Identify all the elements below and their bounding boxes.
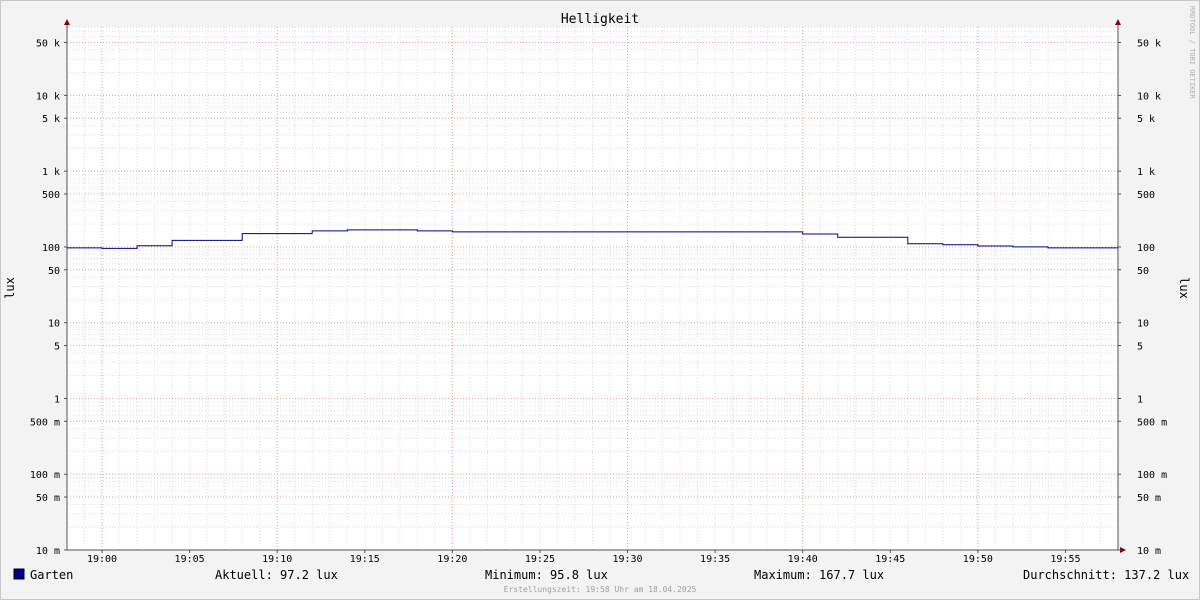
y-tick-label-right: 50 m xyxy=(1137,493,1161,504)
y-tick-label-right: 100 xyxy=(1137,243,1155,254)
y-tick-label-left: 100 m xyxy=(30,470,60,481)
y-tick-label-right: 500 xyxy=(1137,190,1155,201)
chart-title: Helligkeit xyxy=(561,12,639,27)
y-tick-label-left: 50 m xyxy=(36,493,60,504)
y-tick-label-right: 500 m xyxy=(1137,417,1167,428)
y-tick-label-left: 1 xyxy=(54,394,60,405)
x-tick-label: 19:20 xyxy=(437,554,467,565)
y-tick-label-left: 10 k xyxy=(36,91,60,102)
y-tick-label-left: 1 k xyxy=(42,167,60,178)
y-tick-label-left: 10 m xyxy=(36,546,60,557)
stat-average: Durchschnitt: 137.2 lux xyxy=(1023,568,1189,582)
y-tick-label-right: 50 k xyxy=(1137,38,1161,49)
y-axis-label-left: lux xyxy=(3,277,17,299)
legend-swatch xyxy=(13,568,25,580)
y-tick-label-left: 50 k xyxy=(36,38,60,49)
x-tick-label: 19:30 xyxy=(612,554,642,565)
legend-label: Garten xyxy=(30,568,73,582)
y-tick-label-left: 5 k xyxy=(42,114,60,125)
y-tick-label-right: 10 xyxy=(1137,319,1149,330)
stat-maximum: Maximum: 167.7 lux xyxy=(754,568,884,582)
x-tick-label: 19:45 xyxy=(875,554,905,565)
y-tick-label-right: 10 k xyxy=(1137,91,1161,102)
y-tick-label-left: 500 m xyxy=(30,417,60,428)
y-axis-label-right: lux xyxy=(1177,277,1191,299)
x-tick-label: 19:25 xyxy=(525,554,555,565)
y-tick-label-left: 5 xyxy=(54,342,60,353)
x-tick-label: 19:35 xyxy=(700,554,730,565)
y-tick-label-right: 1 k xyxy=(1137,167,1155,178)
y-tick-label-left: 10 xyxy=(48,319,60,330)
y-tick-label-left: 100 xyxy=(42,243,60,254)
y-tick-label-right: 50 xyxy=(1137,266,1149,277)
y-tick-label-right: 100 m xyxy=(1137,470,1167,481)
x-tick-label: 19:00 xyxy=(87,554,117,565)
y-tick-label-right: 5 xyxy=(1137,342,1143,353)
x-tick-label: 19:40 xyxy=(788,554,818,565)
footer-timestamp: Erstellungszeit: 19:58 Uhr am 18.04.2025 xyxy=(504,585,697,594)
x-tick-label: 19:50 xyxy=(963,554,993,565)
y-tick-label-left: 500 xyxy=(42,190,60,201)
x-tick-label: 19:15 xyxy=(350,554,380,565)
y-tick-label-left: 50 xyxy=(48,266,60,277)
stat-minimum: Minimum: 95.8 lux xyxy=(485,568,608,582)
y-tick-label-right: 10 m xyxy=(1137,546,1161,557)
x-tick-label: 19:55 xyxy=(1050,554,1080,565)
y-tick-label-right: 5 k xyxy=(1137,114,1155,125)
x-tick-label: 19:10 xyxy=(262,554,292,565)
x-tick-label: 19:05 xyxy=(175,554,205,565)
chart-canvas: 50 k 10 k 5 k 1 k 500 100 50 10 5 1 500 m 100 m 50 m… xyxy=(0,0,1200,600)
watermark: RRDTOOL / TOBI OETIKER xyxy=(1188,6,1196,100)
y-tick-label-right: 1 xyxy=(1137,394,1143,405)
stat-current: Aktuell: 97.2 lux xyxy=(215,568,338,582)
